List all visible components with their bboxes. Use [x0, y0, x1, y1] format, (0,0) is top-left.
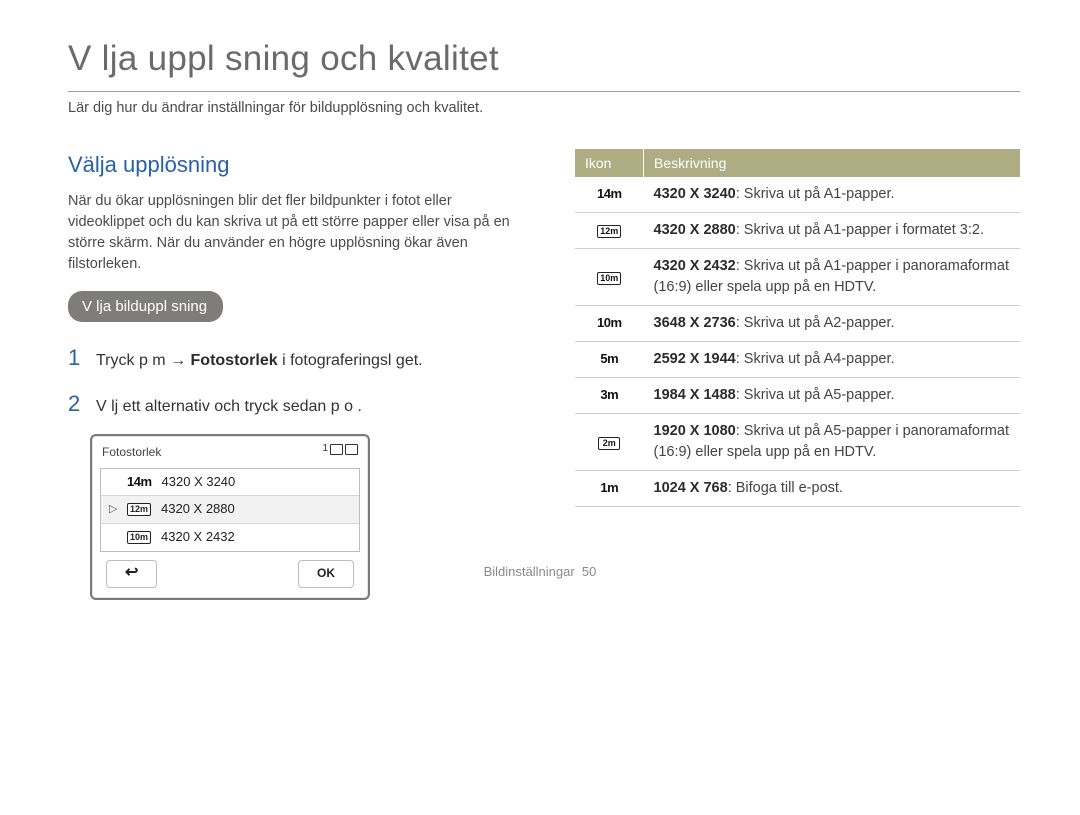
right-column: Ikon Beskrivning 14m4320 X 3240: Skriva …: [575, 149, 1020, 600]
device-preview-title: Fotostorlek: [102, 444, 360, 461]
status-icon: [330, 444, 343, 455]
step-text-post: i fotograferingsl get.: [278, 352, 423, 369]
dimensions: 2592 X 1944: [654, 351, 736, 367]
icon-cell: 12m: [575, 213, 644, 249]
table-row: 2m 1920 X 1080: Skriva ut på A5-papper i …: [575, 414, 1020, 471]
resolution-label: 4320 X 2880: [161, 500, 235, 519]
description-text: : Skriva ut på A2-papper.: [736, 315, 895, 331]
icon-cell: 10m: [575, 306, 644, 342]
description-cell: 1984 X 1488: Skriva ut på A5-papper.: [644, 378, 1021, 414]
resolution-icon: 12m: [597, 225, 621, 238]
description-cell: 4320 X 2880: Skriva ut på A1-papper i fo…: [644, 213, 1021, 249]
footer-section: Bildinställningar: [484, 564, 575, 579]
status-count: 1: [322, 442, 328, 457]
description-text: : Skriva ut på A5-papper.: [736, 387, 895, 403]
icon-cell: 1m: [575, 471, 644, 507]
table-row: 3m 1984 X 1488: Skriva ut på A5-papper.: [575, 378, 1020, 414]
resolution-icon: 14m: [127, 473, 152, 492]
table-row: 5m 2592 X 1944: Skriva ut på A4-papper.: [575, 342, 1020, 378]
device-status-bar: 1: [322, 442, 358, 457]
selector-icon: ▷: [109, 502, 117, 518]
description-cell: 1024 X 768: Bifoga till e-post.: [644, 471, 1021, 507]
dimensions: 4320 X 2880: [654, 222, 736, 238]
page-title: V lja uppl sning och kvalitet: [68, 34, 1020, 92]
resolution-label: 4320 X 3240: [162, 473, 236, 492]
table-header-row: Ikon Beskrivning: [575, 149, 1020, 177]
table-row: 10m 4320 X 2432: Skriva ut på A1-papper i…: [575, 249, 1020, 306]
step-text-bold: Fotostorlek: [191, 352, 278, 369]
steps: 1 Tryck p m → Fotostorlek i fotograferin…: [68, 342, 523, 420]
th-desc: Beskrivning: [644, 149, 1021, 177]
icon-cell: 2m: [575, 414, 644, 471]
step-number: 1: [68, 342, 84, 374]
resolution-icon: 5m: [600, 351, 618, 366]
device-option-list: 14m 4320 X 3240 ▷ 12m 4320 X 2880 10m 43…: [100, 468, 360, 553]
resolution-label: 4320 X 2432: [161, 528, 235, 547]
dimensions: 1920 X 1080: [654, 423, 736, 439]
battery-icon: [345, 444, 358, 455]
table-row: 10m 3648 X 2736: Skriva ut på A2-papper.: [575, 306, 1020, 342]
left-column: Välja upplösning När du ökar upplösninge…: [68, 149, 523, 600]
icon-cell: 14m: [575, 177, 644, 213]
description-text: : Bifoga till e-post.: [728, 480, 843, 496]
description-cell: 4320 X 2432: Skriva ut på A1-papper i pa…: [644, 249, 1021, 306]
description-cell: 1920 X 1080: Skriva ut på A5-papper i pa…: [644, 414, 1021, 471]
step-1: 1 Tryck p m → Fotostorlek i fotograferin…: [68, 342, 523, 374]
resolution-icon: 10m: [597, 272, 621, 285]
table-row: 1m 1024 X 768: Bifoga till e-post.: [575, 471, 1020, 507]
description-cell: 2592 X 1944: Skriva ut på A4-papper.: [644, 342, 1021, 378]
subsection-pill: V lja bilduppl sning: [68, 291, 223, 323]
step-text-pre: Tryck p m →: [96, 352, 191, 369]
resolution-icon: 3m: [600, 387, 618, 402]
page-subtitle: Lär dig hur du ändrar inställningar för …: [68, 98, 1020, 119]
description-text: : Skriva ut på A1-papper i formatet 3:2.: [736, 222, 984, 238]
device-option[interactable]: ▷ 12m 4320 X 2880: [101, 496, 359, 524]
section-heading: Välja upplösning: [68, 149, 523, 181]
step-text: V lj ett alternativ och tryck sedan p o …: [96, 395, 523, 418]
device-option[interactable]: 14m 4320 X 3240: [101, 469, 359, 497]
content-columns: Välja upplösning När du ökar upplösninge…: [68, 149, 1020, 600]
dimensions: 3648 X 2736: [654, 315, 736, 331]
resolution-icon: 10m: [597, 315, 622, 330]
resolution-table: Ikon Beskrivning 14m4320 X 3240: Skriva …: [575, 149, 1020, 507]
description-text: : Skriva ut på A4-papper.: [736, 351, 895, 367]
dimensions: 4320 X 3240: [654, 186, 736, 202]
dimensions: 1984 X 1488: [654, 387, 736, 403]
table-row: 14m 4320 X 3240: Skriva ut på A1-papper.: [575, 177, 1020, 213]
description-text: : Skriva ut på A1-papper.: [736, 186, 895, 202]
icon-cell: 10m: [575, 249, 644, 306]
resolution-icon: 10m: [127, 531, 151, 544]
device-option[interactable]: 10m 4320 X 2432: [101, 524, 359, 551]
th-icon: Ikon: [575, 149, 644, 177]
resolution-icon: 2m: [598, 437, 620, 450]
description-cell: 3648 X 2736: Skriva ut på A2-papper.: [644, 306, 1021, 342]
section-body: När du ökar upplösningen blir det fler b…: [68, 191, 523, 275]
resolution-icon: 12m: [127, 503, 151, 516]
table-row: 12m 4320 X 2880: Skriva ut på A1-papper i…: [575, 213, 1020, 249]
step-2: 2 V lj ett alternativ och tryck sedan p …: [68, 388, 523, 420]
manual-page: V lja uppl sning och kvalitet Lär dig hu…: [0, 0, 1080, 600]
step-number: 2: [68, 388, 84, 420]
dimensions: 1024 X 768: [654, 480, 728, 496]
resolution-icon: 1m: [600, 480, 618, 495]
icon-cell: 3m: [575, 378, 644, 414]
icon-cell: 5m: [575, 342, 644, 378]
description-cell: 4320 X 3240: Skriva ut på A1-papper.: [644, 177, 1021, 213]
footer-page: 50: [582, 564, 596, 579]
resolution-icon: 14m: [597, 186, 622, 201]
page-footer: Bildinställningar 50: [0, 563, 1080, 582]
step-text: Tryck p m → Fotostorlek i fotograferings…: [96, 349, 523, 372]
dimensions: 4320 X 2432: [654, 258, 736, 274]
